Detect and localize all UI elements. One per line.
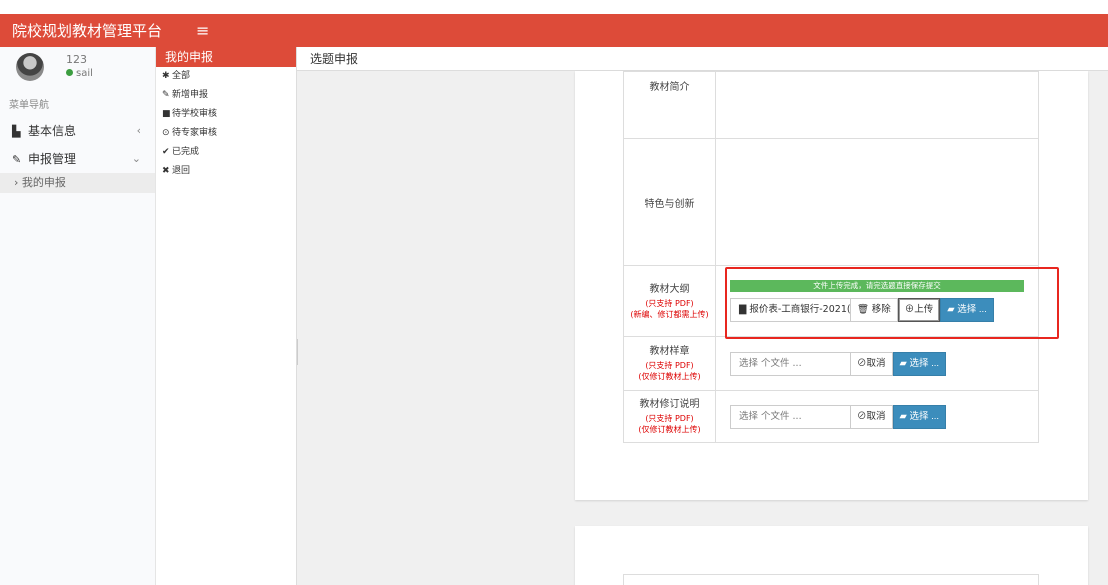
- clock-icon: ⊙: [162, 128, 170, 138]
- revision-cell: 选择 个文件 ... ⊘取消 ▰ 选择 ...: [715, 390, 1039, 443]
- outline-cell: 文件上传完成，请完选题直接保存提交 ▇ 报价表-工商银行-2021( 🗑 移除 …: [715, 265, 1039, 337]
- next-section-table: [623, 574, 1039, 585]
- pencil-icon: ✎: [12, 153, 22, 166]
- choose-file-button[interactable]: ▰ 选择 ...: [892, 404, 947, 429]
- cancel-button[interactable]: ⊘取消: [850, 351, 893, 376]
- choose-file-button[interactable]: ▰ 选择 ...: [940, 298, 994, 322]
- filter-returned[interactable]: ✖ 退回: [156, 162, 296, 181]
- filter-panel-title: 我的申报: [156, 47, 296, 67]
- folder-open-icon: ▰: [899, 410, 907, 422]
- ban-icon: ⊘: [857, 357, 867, 369]
- form-card: 教材简介 特色与创新 教材大纲 (只支持 PDF) (新编、修订都需上传) 文件…: [575, 71, 1088, 500]
- pencil-icon: ✎: [162, 90, 170, 100]
- outline-file-group: ▇ 报价表-工商银行-2021( 🗑 移除 ⊕上传 ▰ 选择 ...: [730, 298, 1038, 322]
- revision-label: 教材修订说明 (只支持 PDF) (仅修订教材上传): [623, 390, 716, 443]
- application-filter-panel: 我的申报 ✱ 全部 ✎ 新增申报 ■待学校审核 ⊙ 待专家审核 ✔ 已完成 ✖ 退回: [156, 47, 297, 585]
- user-status: sail: [66, 68, 93, 79]
- collapse-panel-icon[interactable]: ‹: [297, 339, 298, 365]
- id-card-icon: ▙: [12, 125, 21, 138]
- revision-file-group: 选择 个文件 ... ⊘取消 ▰ 选择 ...: [730, 404, 1038, 429]
- top-navbar: 院校规划教材管理平台 ≡: [0, 14, 1108, 47]
- intro-label: 教材简介: [623, 71, 716, 139]
- sidebar-item-my-application[interactable]: › 我的申报: [0, 173, 155, 193]
- filter-new[interactable]: ✎ 新增申报: [156, 86, 296, 105]
- nav-header: 菜单导航: [9, 100, 49, 111]
- revision-file-input[interactable]: 选择 个文件 ...: [730, 404, 850, 429]
- trash-icon: 🗑: [857, 304, 870, 315]
- form-card-2: [575, 526, 1088, 585]
- feature-label: 特色与创新: [623, 138, 716, 266]
- sample-label: 教材样章 (只支持 PDF) (仅修订教材上传): [623, 336, 716, 391]
- check-icon: ✔: [162, 147, 170, 157]
- application-form-table: 教材简介 特色与创新 教材大纲 (只支持 PDF) (新编、修订都需上传) 文件…: [623, 71, 1039, 443]
- sample-cell: 选择 个文件 ... ⊘取消 ▰ 选择 ...: [715, 336, 1039, 391]
- filter-completed[interactable]: ✔ 已完成: [156, 143, 296, 162]
- feature-cell[interactable]: [715, 138, 1039, 266]
- main-content: 选题申报 ‹ 教材简介 特色与创新 教材大纲 (只支持 PDF) (新编、修订都…: [297, 47, 1108, 585]
- upload-button[interactable]: ⊕上传: [897, 298, 941, 322]
- user-name: 123: [66, 53, 87, 66]
- menu-toggle-icon[interactable]: ≡: [196, 21, 209, 40]
- chevron-left-icon: ‹: [136, 124, 141, 137]
- filter-school-review[interactable]: ■待学校审核: [156, 105, 296, 124]
- intro-cell[interactable]: [715, 71, 1039, 139]
- remove-button[interactable]: 🗑 移除: [850, 298, 898, 322]
- cancel-button[interactable]: ⊘取消: [850, 404, 893, 429]
- outline-file-name[interactable]: ▇ 报价表-工商银行-2021(: [730, 298, 850, 322]
- user-panel: 123 sail: [0, 47, 155, 95]
- chevron-right-icon: ›: [14, 176, 22, 189]
- folder-open-icon: ▰: [947, 304, 955, 315]
- chevron-down-icon: ⌄: [131, 152, 141, 165]
- filter-all[interactable]: ✱ 全部: [156, 67, 296, 86]
- outline-label: 教材大纲 (只支持 PDF) (新编、修订都需上传): [623, 265, 716, 337]
- sample-file-input[interactable]: 选择 个文件 ...: [730, 351, 850, 376]
- sidebar-item-basic-info[interactable]: ▙ 基本信息 ‹: [0, 117, 155, 145]
- online-dot-icon: [66, 69, 73, 76]
- filter-expert-review[interactable]: ⊙ 待专家审核: [156, 124, 296, 143]
- choose-file-button[interactable]: ▰ 选择 ...: [892, 351, 947, 376]
- sidebar-item-application[interactable]: ✎ 申报管理 ⌄: [0, 145, 155, 173]
- asterisk-icon: ✱: [162, 71, 170, 81]
- ban-icon: ⊘: [857, 410, 867, 422]
- app-title[interactable]: 院校规划教材管理平台: [0, 20, 190, 41]
- cross-icon: ✖: [162, 166, 170, 176]
- folder-open-icon: ▰: [899, 357, 907, 369]
- sample-file-group: 选择 个文件 ... ⊘取消 ▰ 选择 ...: [730, 351, 1038, 376]
- upload-circle-icon: ⊕: [904, 304, 915, 315]
- page-tab[interactable]: 选题申报: [297, 47, 1108, 71]
- sidebar: 123 sail 菜单导航 ▙ 基本信息 ‹ ✎ 申报管理 ⌄ › 我的申报: [0, 47, 156, 585]
- avatar: [16, 53, 44, 81]
- lock-icon: ■: [162, 109, 171, 119]
- file-icon: ▇: [739, 304, 750, 315]
- upload-progress-bar: 文件上传完成，请完选题直接保存提交: [730, 280, 1024, 292]
